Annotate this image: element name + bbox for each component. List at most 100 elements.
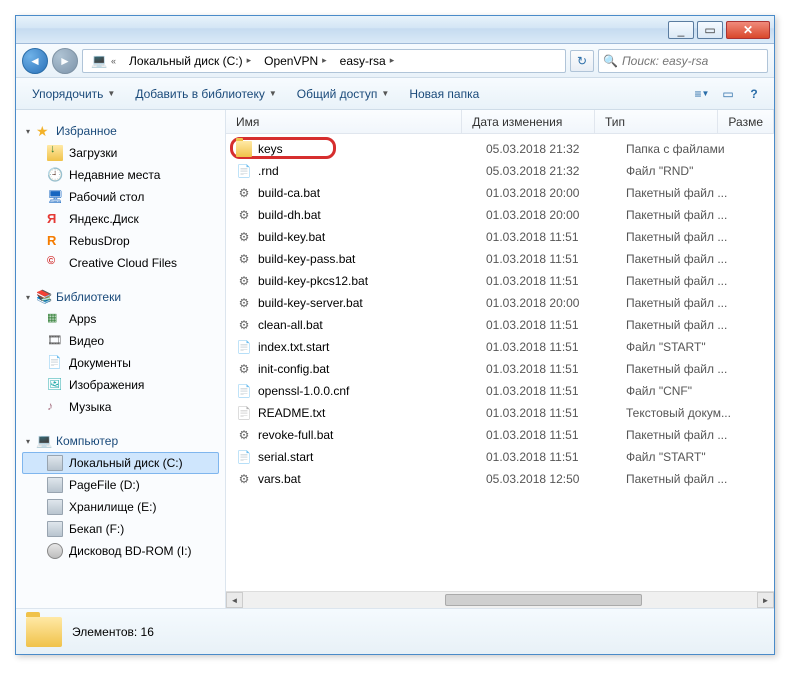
- breadcrumb-drive[interactable]: Локальный диск (C:)▸: [123, 52, 258, 70]
- file-row[interactable]: revoke-full.bat01.03.2018 11:51Пакетный …: [226, 424, 774, 446]
- nav-item-изображения[interactable]: 🖼Изображения: [22, 374, 219, 396]
- add-library-menu[interactable]: Добавить в библиотеку▼: [127, 83, 284, 105]
- search-box[interactable]: 🔍: [598, 49, 768, 73]
- horizontal-scrollbar[interactable]: ◄ ►: [226, 591, 774, 608]
- file-row[interactable]: init-config.bat01.03.2018 11:51Пакетный …: [226, 358, 774, 380]
- scroll-thumb[interactable]: [445, 594, 642, 606]
- drive-icon: [47, 521, 63, 537]
- file-row[interactable]: build-dh.bat01.03.2018 20:00Пакетный фай…: [226, 204, 774, 226]
- nav-item-локальный-диск-c-[interactable]: Локальный диск (C:): [22, 452, 219, 474]
- titlebar[interactable]: _ ▭ ✕: [16, 16, 774, 44]
- file-date: 01.03.2018 11:51: [486, 318, 626, 332]
- drive-icon: [47, 477, 63, 493]
- file-type: Пакетный файл ...: [626, 428, 756, 442]
- refresh-button[interactable]: ↻: [570, 50, 594, 72]
- file-row[interactable]: build-key-pass.bat01.03.2018 11:51Пакетн…: [226, 248, 774, 270]
- file-row[interactable]: openssl-1.0.0.cnf01.03.2018 11:51Файл "C…: [226, 380, 774, 402]
- preview-pane-button[interactable]: ▭: [716, 83, 740, 105]
- file-date: 01.03.2018 11:51: [486, 406, 626, 420]
- nav-item-документы[interactable]: 📄Документы: [22, 352, 219, 374]
- nav-item-label: Недавние места: [69, 168, 160, 182]
- nav-item-дисковод-bd-rom-i-[interactable]: Дисковод BD-ROM (I:): [22, 540, 219, 562]
- file-date: 01.03.2018 20:00: [486, 208, 626, 222]
- file-type: Пакетный файл ...: [626, 318, 756, 332]
- nav-item-недавние-места[interactable]: 🕘Недавние места: [22, 164, 219, 186]
- close-button[interactable]: ✕: [726, 21, 770, 39]
- navigation-pane[interactable]: ▾★Избранное Загрузки🕘Недавние места🖥Рабо…: [16, 110, 226, 608]
- nav-item-музыка[interactable]: ♪Музыка: [22, 396, 219, 418]
- new-folder-button[interactable]: Новая папка: [401, 83, 487, 105]
- file-row[interactable]: clean-all.bat01.03.2018 11:51Пакетный фа…: [226, 314, 774, 336]
- search-input[interactable]: [622, 54, 763, 68]
- view-options-button[interactable]: ≡▼: [690, 83, 714, 105]
- nav-item-видео[interactable]: 🎞Видео: [22, 330, 219, 352]
- minimize-button[interactable]: _: [668, 21, 694, 39]
- maximize-button[interactable]: ▭: [697, 21, 723, 39]
- nav-item-яндекс-диск[interactable]: ЯЯндекс.Диск: [22, 208, 219, 230]
- libraries-header[interactable]: ▾📚Библиотеки: [22, 286, 219, 308]
- file-name: build-key-pkcs12.bat: [258, 274, 486, 288]
- help-button[interactable]: ?: [742, 83, 766, 105]
- nav-item-рабочий-стол[interactable]: 🖥Рабочий стол: [22, 186, 219, 208]
- nav-item-pagefile-d-[interactable]: PageFile (D:): [22, 474, 219, 496]
- file-row[interactable]: serial.start01.03.2018 11:51Файл "START": [226, 446, 774, 468]
- breadcrumb-root[interactable]: 💻«: [85, 51, 123, 71]
- file-name: keys: [258, 142, 486, 156]
- bat-file-icon: [236, 273, 252, 289]
- file-row[interactable]: index.txt.start01.03.2018 11:51Файл "STA…: [226, 336, 774, 358]
- file-name: openssl-1.0.0.cnf: [258, 384, 486, 398]
- nav-item-creative-cloud-files[interactable]: ©Creative Cloud Files: [22, 252, 219, 274]
- file-row[interactable]: build-key-server.bat01.03.2018 20:00Паке…: [226, 292, 774, 314]
- bat-file-icon: [236, 471, 252, 487]
- dropdown-icon: ▼: [269, 89, 277, 98]
- file-name: clean-all.bat: [258, 318, 486, 332]
- breadcrumb-easyrsa[interactable]: easy-rsa▸: [334, 52, 402, 70]
- file-row[interactable]: build-key-pkcs12.bat01.03.2018 11:51Паке…: [226, 270, 774, 292]
- file-row[interactable]: .rnd05.03.2018 21:32Файл "RND": [226, 160, 774, 182]
- column-type[interactable]: Тип: [595, 110, 718, 133]
- nav-item-rebusdrop[interactable]: RRebusDrop: [22, 230, 219, 252]
- file-date: 01.03.2018 11:51: [486, 450, 626, 464]
- nav-item-загрузки[interactable]: Загрузки: [22, 142, 219, 164]
- column-size[interactable]: Разме: [718, 110, 774, 133]
- share-menu[interactable]: Общий доступ▼: [289, 83, 398, 105]
- favorites-header[interactable]: ▾★Избранное: [22, 120, 219, 142]
- back-button[interactable]: ◄: [22, 48, 48, 74]
- file-row[interactable]: build-ca.bat01.03.2018 20:00Пакетный фай…: [226, 182, 774, 204]
- folder-icon: [26, 617, 62, 647]
- computer-header[interactable]: ▾💻Компьютер: [22, 430, 219, 452]
- file-type: Файл "START": [626, 450, 756, 464]
- dropdown-icon: ▼: [107, 89, 115, 98]
- bat-file-icon: [236, 207, 252, 223]
- breadcrumb-openvpn[interactable]: OpenVPN▸: [258, 52, 334, 70]
- file-type: Пакетный файл ...: [626, 208, 756, 222]
- bat-file-icon: [236, 361, 252, 377]
- file-type: Файл "START": [626, 340, 756, 354]
- nav-item-бекап-f-[interactable]: Бекап (F:): [22, 518, 219, 540]
- file-list[interactable]: keys05.03.2018 21:32Папка с файлами.rnd0…: [226, 134, 774, 591]
- organize-menu[interactable]: Упорядочить▼: [24, 83, 123, 105]
- forward-button[interactable]: ►: [52, 48, 78, 74]
- breadcrumb[interactable]: 💻« Локальный диск (C:)▸ OpenVPN▸ easy-rs…: [82, 49, 566, 73]
- scroll-right-button[interactable]: ►: [757, 592, 774, 608]
- refresh-icon: ↻: [577, 54, 587, 68]
- file-date: 01.03.2018 20:00: [486, 296, 626, 310]
- scroll-left-button[interactable]: ◄: [226, 592, 243, 608]
- file-name: build-key.bat: [258, 230, 486, 244]
- column-name[interactable]: Имя: [226, 110, 462, 133]
- img-icon: 🖼: [47, 377, 63, 393]
- file-row[interactable]: vars.bat05.03.2018 12:50Пакетный файл ..…: [226, 468, 774, 490]
- file-icon: [236, 163, 252, 179]
- toolbar: Упорядочить▼ Добавить в библиотеку▼ Общи…: [16, 78, 774, 110]
- nav-item-хранилище-e-[interactable]: Хранилище (E:): [22, 496, 219, 518]
- nav-item-apps[interactable]: ▦Apps: [22, 308, 219, 330]
- app-icon: ▦: [47, 311, 63, 327]
- bat-file-icon: [236, 229, 252, 245]
- file-row[interactable]: build-key.bat01.03.2018 11:51Пакетный фа…: [226, 226, 774, 248]
- file-row[interactable]: keys05.03.2018 21:32Папка с файлами: [226, 138, 774, 160]
- txt-file-icon: [236, 405, 252, 421]
- column-date[interactable]: Дата изменения: [462, 110, 595, 133]
- file-type: Пакетный файл ...: [626, 296, 756, 310]
- file-row[interactable]: README.txt01.03.2018 11:51Текстовый доку…: [226, 402, 774, 424]
- file-name: README.txt: [258, 406, 486, 420]
